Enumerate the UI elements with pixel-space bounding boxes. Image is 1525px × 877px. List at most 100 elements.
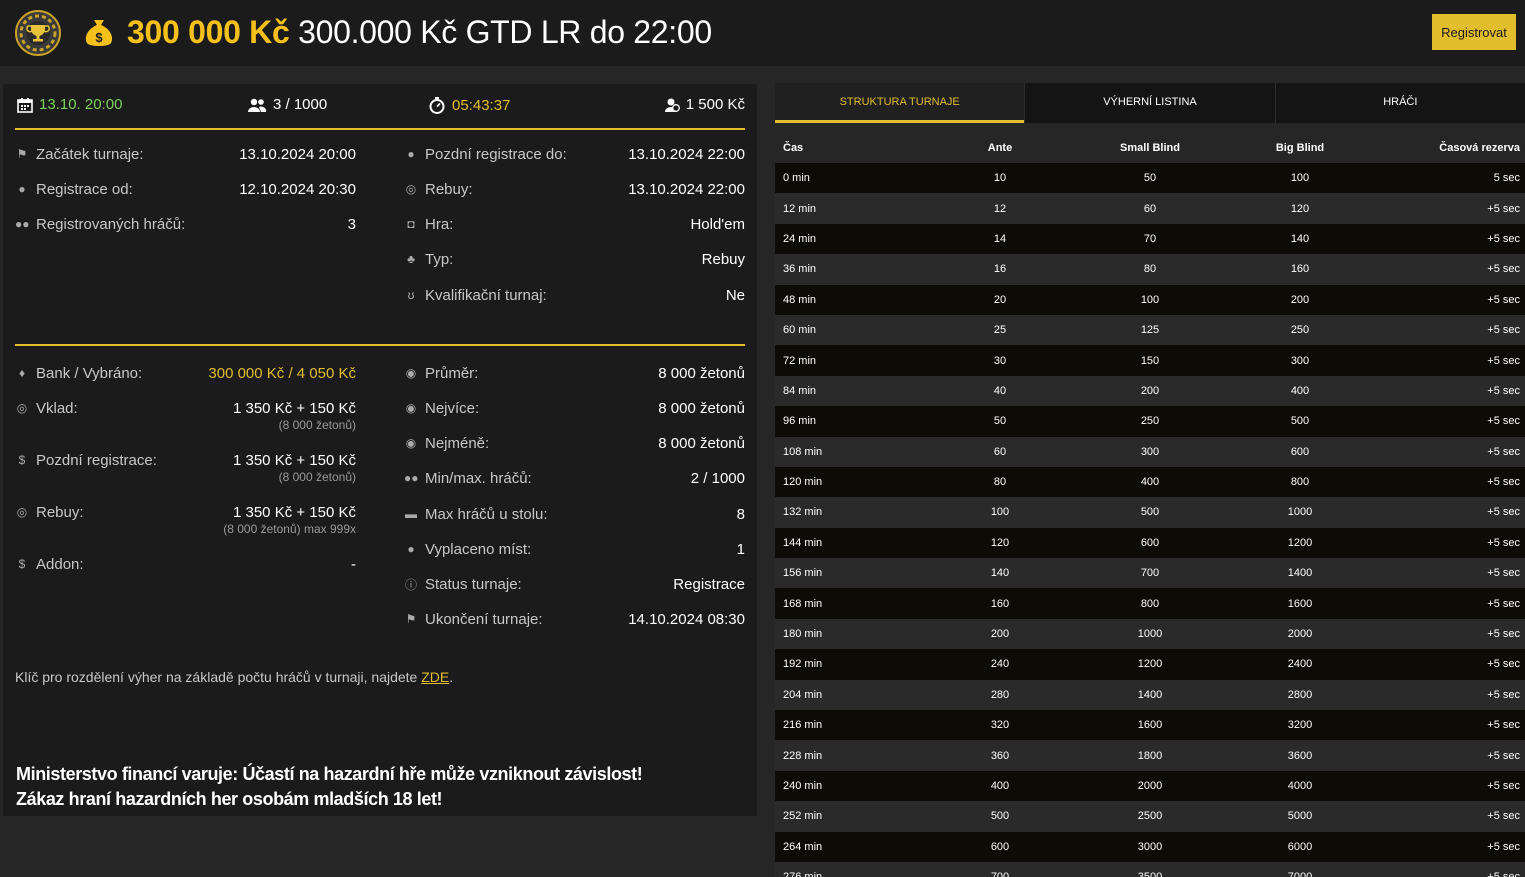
info-row-qualification: ʊ Kvalifikační turnaj: Ne <box>404 284 745 306</box>
title-prize: 300 000 Kč <box>127 14 290 50</box>
table-cell: 400 <box>990 780 1010 792</box>
table-cell: 200 <box>990 628 1010 641</box>
column-header-small-blind: Small Blind <box>1120 142 1180 154</box>
table-cell: 20 <box>993 293 1007 306</box>
table-cell: 2000 <box>1287 628 1313 641</box>
structure-table: Čas Ante Small Blind Big Blind Časová re… <box>775 133 1525 877</box>
table-row: 264 min 600 3000 6000 +5 sec <box>775 831 1525 862</box>
table-cell: 240 min <box>783 780 823 792</box>
table-cell: 1400 <box>1137 688 1163 701</box>
table-cell: 60 <box>993 445 1007 458</box>
tab-players[interactable]: HRÁČI <box>1274 83 1525 123</box>
table-cell: 500 <box>990 810 1010 823</box>
table-cell: 1000 <box>1137 628 1163 641</box>
clubs-icon: ♣ <box>407 252 415 266</box>
user-icon: ● <box>18 182 26 196</box>
table-cell: 1000 <box>1287 506 1313 519</box>
table-cell: 240 <box>990 658 1010 671</box>
table-cell: 16 <box>993 263 1007 276</box>
table-cell: 200 <box>1140 384 1160 397</box>
table-cell: 140 <box>990 567 1010 580</box>
finance-row-most: ◉ Nejvíce: 8 000 žetonů <box>405 399 745 417</box>
dollar-icon: $ <box>18 453 26 467</box>
table-row: 276 min70035007000+5 sec <box>775 861 1525 877</box>
table-cell: 600 <box>1290 445 1310 458</box>
table-cell: 200 <box>1290 293 1310 306</box>
table-cell: 280 <box>990 688 1010 701</box>
table-cell: +5 sec <box>1487 506 1520 519</box>
table-cell: 108 min <box>783 445 823 458</box>
finance-row-average: ◉ Průměr: 8 000 žetonů <box>405 364 745 382</box>
users-icon: ●● <box>15 217 30 231</box>
table-cell: 80 <box>993 476 1007 489</box>
table-cell: 150 <box>1140 354 1160 367</box>
user-icon: ● <box>407 542 415 556</box>
table-row: 0 min 10 50 100 5 sec <box>775 163 1525 194</box>
payout-key-link[interactable]: ZDE <box>421 669 449 685</box>
table-cell: +5 sec <box>1487 688 1520 701</box>
table-cell: 300 <box>1290 354 1310 367</box>
players-count-value: 3 / 1000 <box>273 96 328 113</box>
coins-icon: ◎ <box>16 505 28 519</box>
info-row-game: ◘ Hra: Hold'em <box>404 213 745 235</box>
table-row: 60 min 25 125 250 +5 sec <box>775 314 1525 346</box>
table-row: 204 min 280 1400 2800 +5 sec <box>775 679 1525 711</box>
medal-icon: ʊ <box>407 288 415 302</box>
table-cell: 25 <box>993 324 1007 337</box>
table-cell: 400 <box>1140 476 1160 489</box>
table-cell: 600 <box>990 840 1010 853</box>
table-cell: +5 sec <box>1375 862 1525 877</box>
tab-structure[interactable]: STRUKTURA TURNAJE <box>775 83 1025 123</box>
table-cell: 800 <box>1140 597 1160 610</box>
table-row: 12 min 12 60 120 +5 sec <box>775 193 1525 224</box>
table-cell: +5 sec <box>1487 658 1520 671</box>
tabs: STRUKTURA TURNAJE VÝHERNÍ LISTINA HRÁČI <box>775 83 1525 123</box>
table-cell: 36 min <box>783 263 817 276</box>
table-row: 216 min 320 1600 3200 +5 sec <box>775 710 1525 741</box>
table-cell: 84 min <box>783 384 817 397</box>
column-header-big-blind: Big Blind <box>1275 142 1325 154</box>
table-row: 228 min 360 1800 3600 +5 sec <box>775 740 1525 771</box>
table-cell: 3200 <box>1287 719 1313 732</box>
page-title: 300 000 Kč 300.000 Kč GTD LR do 22:00 <box>127 12 712 52</box>
table-row: 72 min 30 150 300 +5 sec <box>775 345 1525 376</box>
buyin-value: 1 500 Kč <box>685 96 745 113</box>
dollar-icon: $ <box>18 557 26 571</box>
table-row: 36 min 16 80 160 +5 sec <box>775 254 1525 285</box>
table-row: 192 min 240 1200 2400 +5 sec <box>775 649 1525 680</box>
table-cell: 1200 <box>1287 536 1313 549</box>
finance-late-sub: (8 000 žetonů) <box>278 470 356 484</box>
table-cell: 600 <box>1140 536 1160 549</box>
table-row: 252 min 500 2500 5000 +5 sec <box>775 801 1525 832</box>
table-cell: +5 sec <box>1487 415 1520 428</box>
svg-text:$: $ <box>95 30 103 45</box>
table-cell: 4000 <box>1287 780 1313 792</box>
table-cell: 400 <box>1290 384 1310 397</box>
chip-icon: ◘ <box>407 217 415 231</box>
finance-rebuy-sub: (8 000 žetonů) max 999x <box>223 522 356 536</box>
table-cell: 140 <box>1290 232 1310 245</box>
table-cell: +5 sec <box>1487 232 1520 245</box>
table-cell: 2500 <box>1137 810 1163 823</box>
tab-payouts[interactable]: VÝHERNÍ LISTINA <box>1024 83 1275 123</box>
table-cell: +5 sec <box>1487 840 1520 853</box>
table-cell: +5 sec <box>1487 354 1520 367</box>
table-row: 240 min 400 2000 4000 +5 sec <box>775 770 1525 802</box>
table-row: 168 min 160 800 1600 +5 sec <box>775 588 1525 619</box>
info-row-registration-from: ● Registrace od: 12.10.2024 20:30 <box>15 178 356 200</box>
finance-row-least: ◉ Nejméně: 8 000 žetonů <box>405 434 745 452</box>
finance-row-deposit: ◎ Vklad: 1 350 Kč + 150 Kč <box>16 399 356 417</box>
table-cell: 1800 <box>1137 749 1163 762</box>
finance-row-status: ⓘ Status turnaje: Registrace <box>404 575 745 593</box>
info-row-type: ♣ Typ: Rebuy <box>404 248 745 270</box>
table-cell: 14 <box>993 232 1007 245</box>
table-cell: 96 min <box>783 415 817 428</box>
table-cell: 50 <box>1143 172 1157 185</box>
table-row: 120 min 80 400 800 +5 sec <box>775 466 1525 498</box>
register-button[interactable]: Registrovat <box>1432 14 1516 50</box>
users-icon <box>248 98 267 112</box>
table-cell: 5000 <box>1287 810 1313 823</box>
money-bag-icon: $ <box>85 20 113 46</box>
chip-icon: ◉ <box>405 366 417 380</box>
start-date: 13.10. 20:00 <box>17 96 122 113</box>
